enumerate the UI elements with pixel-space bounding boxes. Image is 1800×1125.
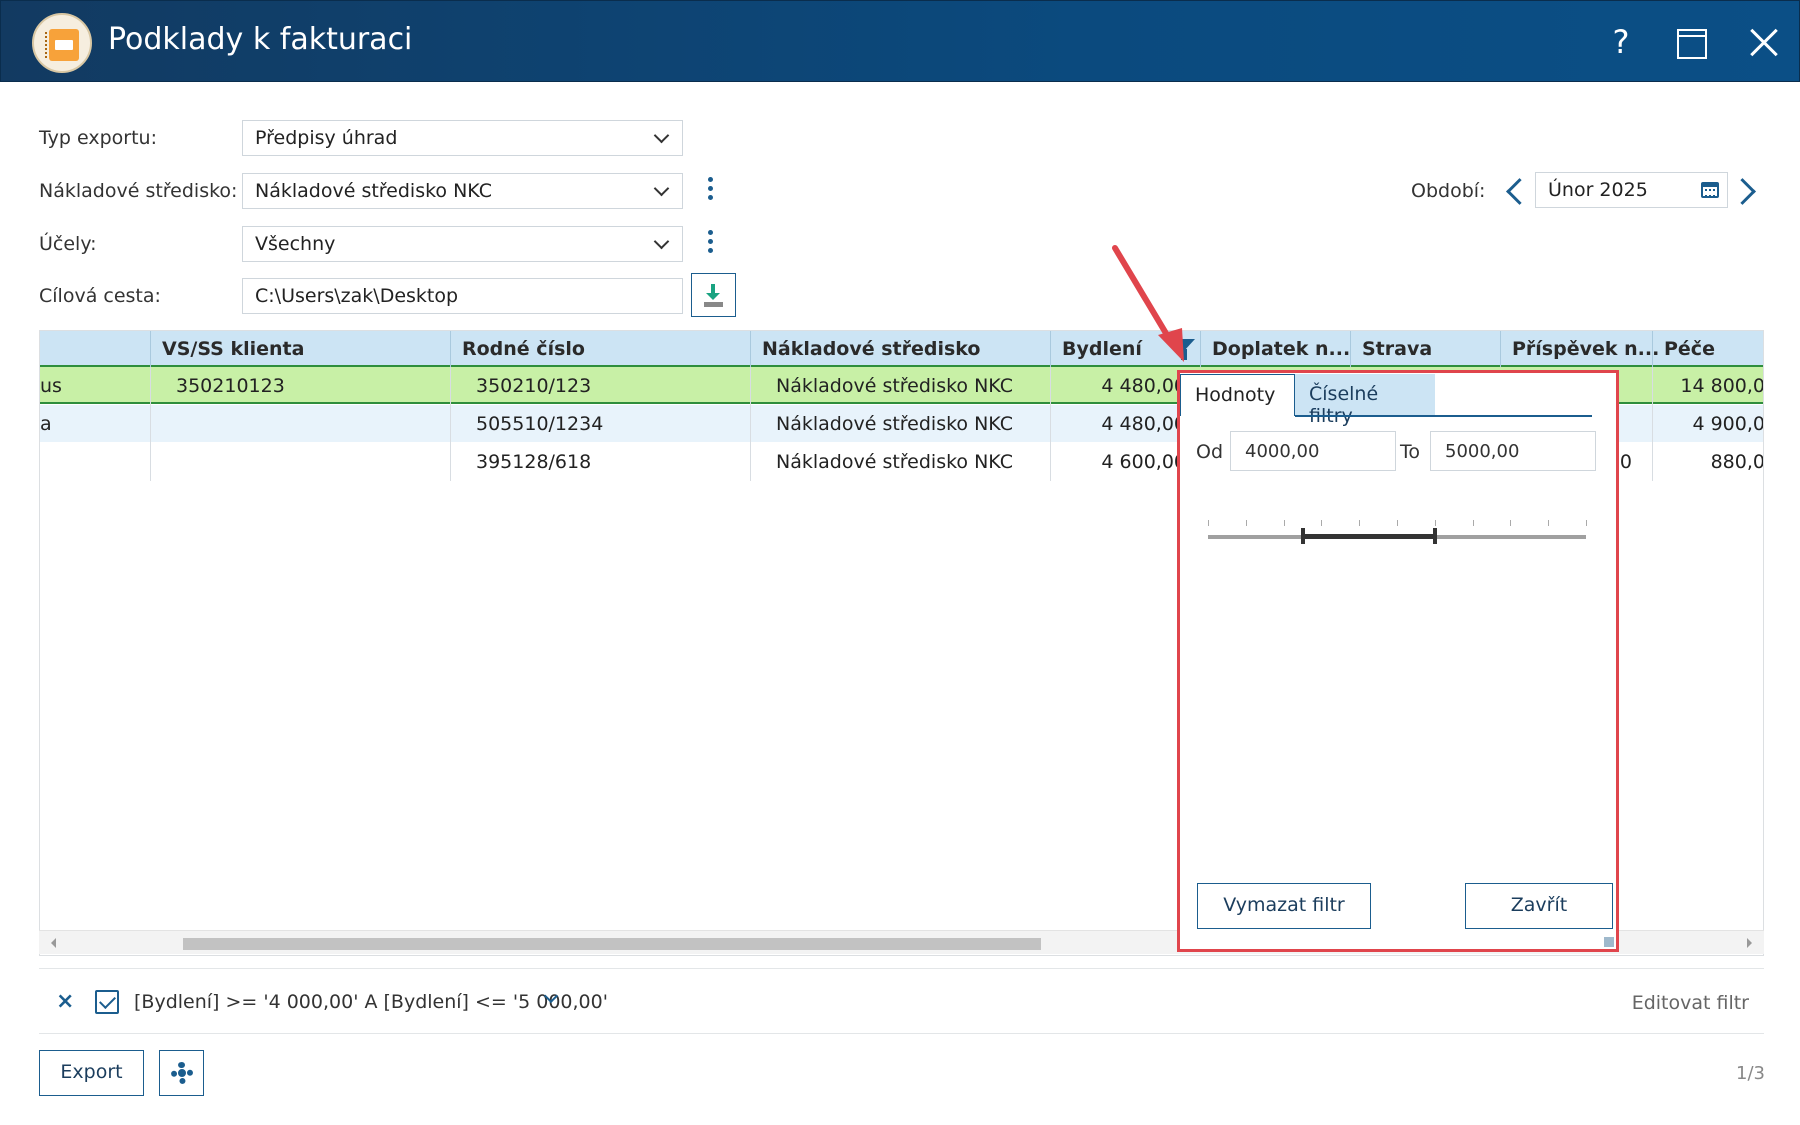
center-cell: Nákladové středisko NKC [776, 413, 1013, 435]
slider-tick [1245, 520, 1247, 526]
care-cell: 4 900,0 [1692, 413, 1764, 435]
slider-tick [1397, 520, 1398, 526]
active-filter-bar: × [Bydlení] >= '4 000,00' A [Bydlení] <=… [39, 968, 1764, 1034]
tab-numeric-filters[interactable]: Číselné filtry [1295, 374, 1435, 427]
center-cell: Nákladové středisko NKC [776, 451, 1013, 473]
resize-grip-icon[interactable] [1604, 937, 1614, 947]
export-button[interactable]: Export [39, 1050, 144, 1096]
column-header[interactable]: VS/SS klienta [162, 338, 304, 360]
range-slider-max-handle[interactable] [1432, 528, 1437, 544]
to-label: To [1400, 441, 1421, 463]
column-header[interactable]: Strava [1362, 338, 1432, 360]
care-cell: 14 800,0 [1680, 375, 1764, 397]
scroll-right-icon[interactable] [1747, 938, 1752, 948]
filter-enabled-checkbox[interactable] [95, 990, 119, 1014]
to-input[interactable]: 5000,00 [1430, 431, 1596, 471]
column-header[interactable]: Péče [1664, 338, 1715, 360]
chevron-down-icon[interactable] [544, 991, 560, 1007]
chevron-down-icon [652, 234, 672, 254]
range-slider-min-handle[interactable] [1300, 528, 1305, 544]
row-first-cell: a [40, 413, 52, 435]
grid-header: VS/SS klienta Rodné číslo Nákladové stře… [40, 331, 1763, 367]
app-logo-icon [32, 13, 92, 73]
housing-cell: 4 480,00 [1101, 375, 1186, 397]
maximize-icon[interactable] [1667, 19, 1713, 65]
range-slider-selection [1302, 534, 1435, 539]
housing-cell: 4 600,00 [1101, 451, 1186, 473]
column-header[interactable]: Nákladové středisko [762, 338, 980, 360]
slider-tick [1472, 520, 1474, 526]
vs-cell: 350210123 [176, 375, 285, 397]
download-icon[interactable] [691, 273, 736, 317]
slider-tick [1434, 520, 1436, 526]
care-cell: 880,0 [1710, 451, 1764, 473]
clear-filter-button[interactable]: Vymazat filtr [1197, 883, 1371, 929]
remove-filter-button[interactable]: × [56, 989, 74, 1014]
slider-tick [1586, 520, 1587, 526]
column-filter-popup: Hodnoty Číselné filtry Od 4000,00 To 500… [1177, 370, 1619, 952]
cost-center-select[interactable]: Nákladové středisko NKC [242, 173, 683, 209]
period-label: Období: [1411, 180, 1486, 202]
column-header[interactable]: Rodné číslo [462, 338, 585, 360]
close-popup-button[interactable]: Zavřít [1465, 883, 1613, 929]
chevron-left-icon[interactable] [1500, 172, 1530, 212]
chevron-down-icon [652, 128, 672, 148]
slider-tick [1208, 520, 1209, 526]
target-path-input[interactable]: C:\Users\zak\Desktop [242, 278, 683, 314]
row-first-cell: us [40, 375, 62, 397]
calendar-icon[interactable] [1701, 182, 1719, 198]
column-header[interactable]: Doplatek n... [1212, 338, 1350, 360]
cost-center-label: Nákladové středisko: [39, 180, 238, 202]
cost-center-value: Nákladové středisko NKC [255, 180, 492, 202]
settings-button[interactable] [159, 1050, 204, 1096]
column-header[interactable]: Příspěvek n... [1512, 338, 1659, 360]
center-cell: Nákladové středisko NKC [776, 375, 1013, 397]
export-type-select[interactable]: Předpisy úhrad [242, 120, 683, 156]
help-button[interactable]: ? [1598, 19, 1644, 65]
export-type-value: Předpisy úhrad [255, 127, 398, 149]
chevron-down-icon [652, 181, 672, 201]
cost-center-more-icon[interactable] [703, 174, 717, 206]
tab-values[interactable]: Hodnoty [1180, 374, 1295, 416]
gear-icon [171, 1062, 193, 1084]
chevron-right-icon[interactable] [1733, 172, 1763, 212]
slider-tick [1548, 520, 1550, 526]
purposes-value: Všechny [255, 233, 336, 255]
housing-cell: 4 480,00 [1101, 413, 1186, 435]
target-path-value: C:\Users\zak\Desktop [255, 285, 459, 307]
window-title: Podklady k fakturaci [108, 22, 413, 57]
close-icon[interactable] [1741, 19, 1787, 65]
rc-cell: 395128/618 [476, 451, 592, 473]
period-value: Únor 2025 [1548, 179, 1648, 201]
from-input[interactable]: 4000,00 [1230, 431, 1396, 471]
edit-filter-link[interactable]: Editovat filtr [1632, 992, 1749, 1014]
purposes-label: Účely: [39, 233, 97, 255]
filter-expression: [Bydlení] >= '4 000,00' A [Bydlení] <= '… [134, 991, 608, 1013]
rc-cell: 350210/123 [476, 375, 592, 397]
rc-cell: 505510/1234 [476, 413, 604, 435]
page-count: 1/3 [1736, 1063, 1765, 1084]
slider-tick [1283, 520, 1285, 526]
period-picker[interactable]: Únor 2025 [1535, 172, 1728, 208]
slider-tick [1359, 520, 1361, 526]
scroll-left-icon[interactable] [51, 938, 56, 948]
slider-tick [1321, 520, 1323, 526]
target-path-label: Cílová cesta: [39, 285, 161, 307]
scrollbar-thumb[interactable] [183, 938, 1041, 950]
slider-tick [1510, 520, 1512, 526]
purposes-more-icon[interactable] [703, 227, 717, 259]
purposes-select[interactable]: Všechny [242, 226, 683, 262]
title-bar: Podklady k fakturaci ? [0, 0, 1800, 82]
export-type-label: Typ exportu: [39, 127, 157, 149]
from-label: Od [1196, 441, 1224, 463]
annotation-arrow-icon [1112, 245, 1184, 362]
